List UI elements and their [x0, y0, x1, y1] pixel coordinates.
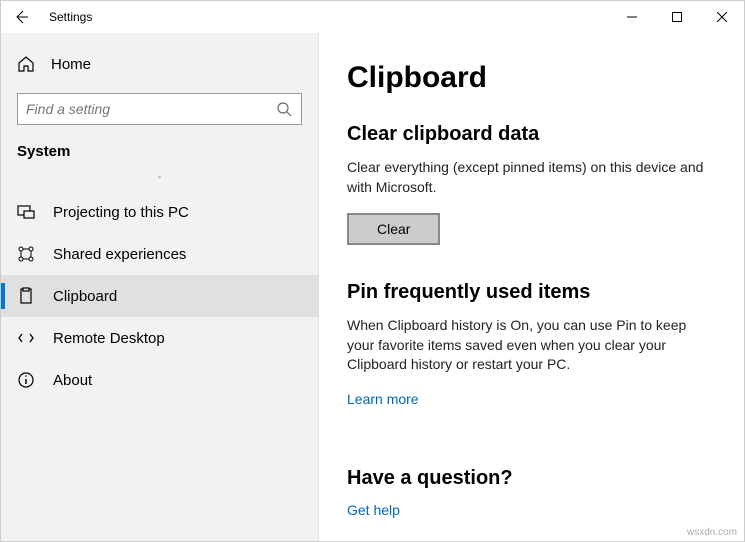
- window-controls: [609, 1, 744, 33]
- clear-section-desc: Clear everything (except pinned items) o…: [347, 158, 716, 197]
- shared-icon: [17, 245, 35, 263]
- maximize-icon: [672, 12, 682, 22]
- pin-section-desc: When Clipboard history is On, you can us…: [347, 316, 716, 375]
- question-title: Have a question?: [347, 467, 716, 490]
- watermark: wsxdn.com: [687, 527, 737, 538]
- sidebar-item-remote[interactable]: Remote Desktop: [1, 317, 318, 359]
- window-title: Settings: [41, 10, 92, 24]
- pin-section-title: Pin frequently used items: [347, 281, 716, 304]
- back-arrow-icon: [12, 8, 30, 26]
- search-icon: [275, 100, 293, 118]
- sidebar-item-shared[interactable]: Shared experiences: [1, 233, 318, 275]
- maximize-button[interactable]: [654, 1, 699, 33]
- search-input[interactable]: [17, 93, 302, 125]
- main-content: Clipboard Clear clipboard data Clear eve…: [319, 33, 744, 541]
- sidebar-item-label: Shared experiences: [53, 246, 186, 263]
- sidebar-item-clipboard[interactable]: Clipboard: [1, 275, 318, 317]
- page-title: Clipboard: [347, 61, 716, 95]
- minimize-button[interactable]: [609, 1, 654, 33]
- clear-button[interactable]: Clear: [347, 213, 440, 245]
- about-icon: [17, 371, 35, 389]
- sidebar-item-label: About: [53, 372, 92, 389]
- back-button[interactable]: [1, 1, 41, 33]
- home-icon: [17, 55, 35, 73]
- sidebar-item-label: Clipboard: [53, 288, 117, 305]
- close-icon: [717, 12, 727, 22]
- close-button[interactable]: [699, 1, 744, 33]
- get-help-link[interactable]: Get help: [347, 502, 400, 518]
- minimize-icon: [627, 12, 637, 22]
- titlebar: Settings: [1, 1, 744, 33]
- learn-more-link[interactable]: Learn more: [347, 391, 419, 407]
- divider: -: [1, 172, 318, 191]
- remote-icon: [17, 329, 35, 347]
- sidebar-item-about[interactable]: About: [1, 359, 318, 401]
- sidebar-item-label: Remote Desktop: [53, 330, 165, 347]
- projecting-icon: [17, 203, 35, 221]
- sidebar-item-projecting[interactable]: Projecting to this PC: [1, 191, 318, 233]
- clipboard-icon: [17, 287, 35, 305]
- home-button[interactable]: Home: [1, 45, 318, 83]
- sidebar-item-label: Projecting to this PC: [53, 204, 189, 221]
- search-field[interactable]: [26, 101, 275, 117]
- home-label: Home: [51, 56, 91, 73]
- category-heading: System: [1, 143, 318, 172]
- sidebar: Home System - Projecting to this PC Shar…: [1, 33, 319, 541]
- clear-section-title: Clear clipboard data: [347, 123, 716, 146]
